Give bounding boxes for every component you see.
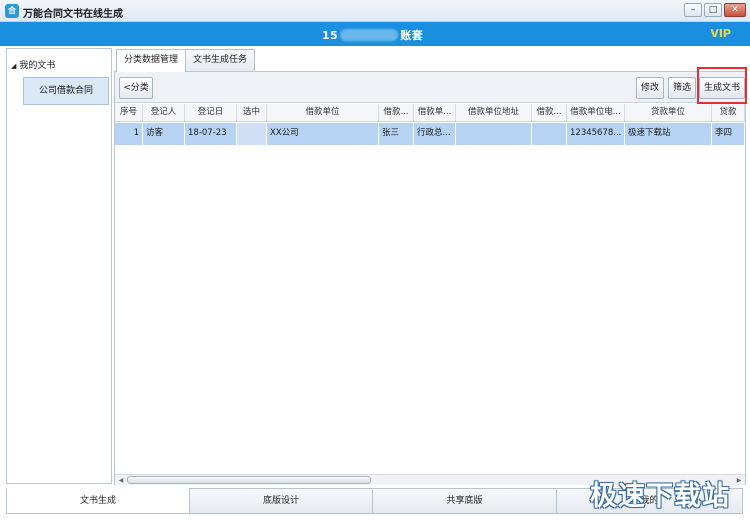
cell-borrower-title[interactable]: 行政总...	[414, 123, 456, 145]
cell-borrower[interactable]: XX公司	[267, 123, 379, 145]
col-header-borrower-misc[interactable]: 借款...	[532, 104, 567, 121]
generate-document-button[interactable]: 生成文书	[699, 77, 745, 99]
tree-root-label: 我的文书	[19, 61, 56, 71]
toolbar: <分类 修改 筛选 生成文书	[115, 67, 747, 104]
account-redacted	[340, 29, 399, 41]
col-header-lender-rep[interactable]: 贷款	[712, 104, 745, 121]
col-header-index[interactable]: 序号	[115, 104, 143, 121]
cell-reg-date[interactable]: 18-07-23	[185, 123, 237, 145]
cell-selected-checkbox[interactable]	[237, 123, 267, 145]
account-name: 15 账套	[322, 27, 423, 43]
col-header-borrower-phone[interactable]: 借款单位电...	[567, 104, 625, 121]
tab-category-data[interactable]: 分类数据管理	[116, 49, 187, 72]
bottom-tab-document-generation[interactable]: 文书生成	[6, 488, 190, 514]
account-suffix: 账套	[400, 29, 424, 42]
scrollbar-thumb[interactable]	[127, 476, 371, 484]
vip-badge[interactable]: VIP	[710, 27, 731, 40]
triangle-down-icon[interactable]: ◢	[11, 62, 16, 70]
scroll-right-icon[interactable]: ▶	[734, 476, 744, 485]
col-header-borrower-rep[interactable]: 借款...	[379, 104, 414, 121]
category-back-button[interactable]: <分类	[119, 77, 153, 99]
close-button[interactable]: ✕	[724, 3, 746, 17]
table-row[interactable]: 1 访客 18-07-23 XX公司 张三 行政总... 12345678...…	[115, 123, 745, 145]
cell-lender-rep[interactable]: 李四	[712, 123, 745, 145]
app-icon: 合	[5, 4, 19, 18]
window-title: 万能合同文书在线生成	[23, 9, 123, 20]
account-header: 15 账套 VIP	[0, 22, 750, 46]
window-controls: – □ ✕	[684, 3, 746, 17]
cell-borrower-misc[interactable]	[532, 123, 567, 145]
content-tabs: 分类数据管理 文书生成任务	[116, 49, 256, 72]
window-titlebar: 合 万能合同文书在线生成 – □ ✕	[0, 0, 750, 22]
cell-registrant[interactable]: 访客	[143, 123, 185, 145]
cell-borrower-phone[interactable]: 12345678...	[567, 123, 625, 145]
cell-lender[interactable]: 极速下载站	[625, 123, 712, 145]
tree-item-company-loan-contract[interactable]: 公司借款合同	[23, 77, 109, 105]
bottom-tab-template-design[interactable]: 底版设计	[189, 488, 373, 514]
col-header-borrower[interactable]: 借款单位	[267, 104, 379, 121]
data-panel: <分类 修改 筛选 生成文书 序号 登记人 登记日 选中 借款单位 借款... …	[114, 67, 747, 485]
edit-button[interactable]: 修改	[636, 77, 664, 99]
tab-generation-tasks[interactable]: 文书生成任务	[185, 49, 256, 71]
col-header-reg-date[interactable]: 登记日	[185, 104, 237, 121]
col-header-borrower-title[interactable]: 借款单...	[414, 104, 456, 121]
cell-borrower-address[interactable]	[456, 123, 532, 145]
cell-index[interactable]: 1	[115, 123, 143, 145]
account-prefix: 15	[322, 29, 339, 42]
scroll-left-icon[interactable]: ◀	[116, 476, 126, 485]
filter-button[interactable]: 筛选	[668, 77, 696, 99]
tree-root-my-documents[interactable]: ◢ 我的文书	[11, 58, 55, 71]
col-header-selected[interactable]: 选中	[237, 104, 267, 121]
col-header-lender[interactable]: 贷款单位	[625, 104, 712, 121]
col-header-borrower-address[interactable]: 借款单位地址	[456, 104, 532, 121]
minimize-button[interactable]: –	[684, 3, 702, 17]
watermark-logo: 极速下载站	[590, 481, 730, 512]
maximize-button[interactable]: □	[704, 3, 722, 17]
table-header: 序号 登记人 登记日 选中 借款单位 借款... 借款单... 借款单位地址 借…	[115, 104, 745, 122]
cell-borrower-rep[interactable]: 张三	[379, 123, 414, 145]
bottom-tab-shared-templates[interactable]: 共享底版	[372, 488, 557, 514]
document-tree: ◢ 我的文书 公司借款合同	[6, 48, 112, 484]
col-header-registrant[interactable]: 登记人	[143, 104, 185, 121]
